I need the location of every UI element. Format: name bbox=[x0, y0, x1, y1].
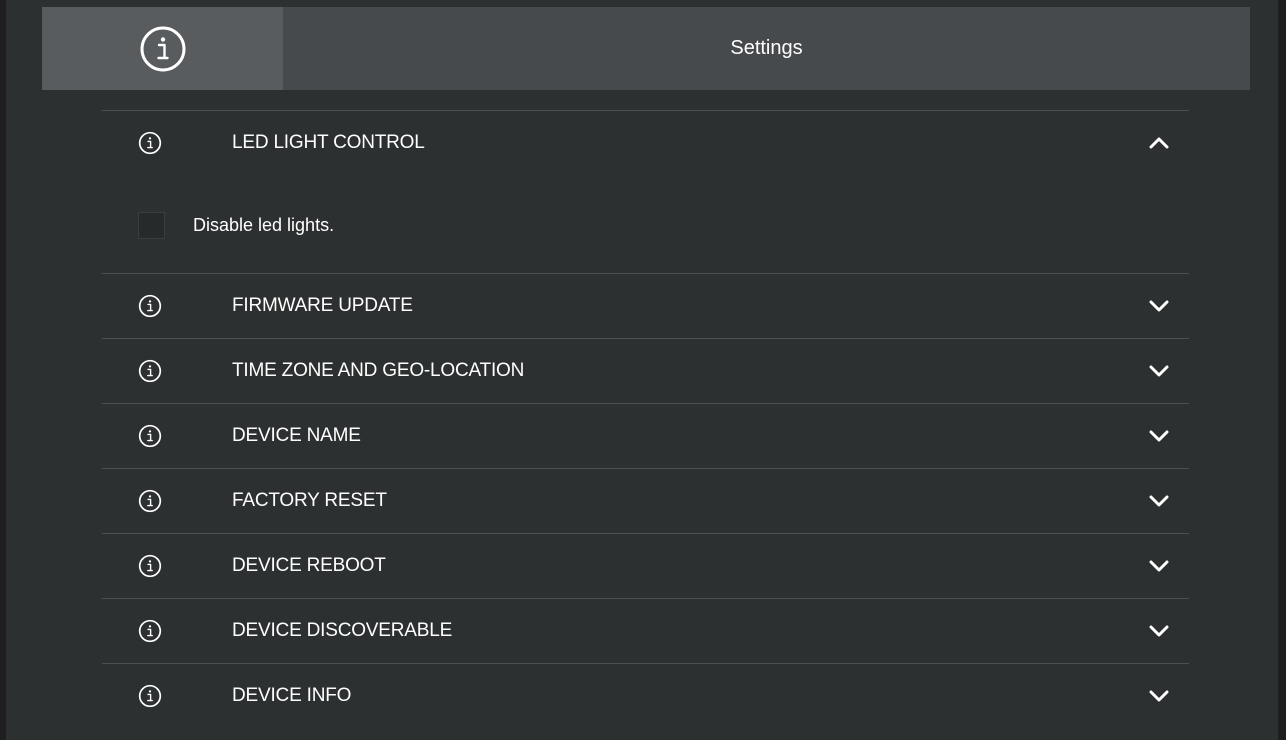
section-label: DEVICE DISCOVERABLE bbox=[232, 620, 453, 641]
info-icon[interactable] bbox=[138, 489, 162, 513]
chevron-down-icon[interactable] bbox=[1149, 428, 1169, 444]
info-icon[interactable] bbox=[138, 131, 162, 155]
chevron-down-icon[interactable] bbox=[1149, 558, 1169, 574]
section-label: DEVICE REBOOT bbox=[232, 555, 386, 576]
info-icon bbox=[140, 26, 185, 71]
section-firmware-update[interactable]: FIRMWARE UPDATE bbox=[102, 273, 1189, 338]
chevron-down-icon[interactable] bbox=[1149, 363, 1169, 379]
info-icon[interactable] bbox=[138, 294, 162, 318]
page-title: Settings bbox=[730, 37, 803, 59]
info-icon[interactable] bbox=[138, 554, 162, 578]
chevron-up-icon[interactable] bbox=[1149, 135, 1169, 151]
section-factory-reset[interactable]: FACTORY RESET bbox=[102, 468, 1189, 533]
section-label: FACTORY RESET bbox=[232, 490, 387, 511]
chevron-down-icon[interactable] bbox=[1149, 493, 1169, 509]
info-icon[interactable] bbox=[138, 424, 162, 448]
chevron-down-icon[interactable] bbox=[1149, 688, 1169, 704]
section-device-name[interactable]: DEVICE NAME bbox=[102, 403, 1189, 468]
chevron-down-icon[interactable] bbox=[1149, 623, 1169, 639]
section-device-discoverable[interactable]: DEVICE DISCOVERABLE bbox=[102, 598, 1189, 663]
info-icon[interactable] bbox=[138, 619, 162, 643]
section-led-light-control[interactable]: LED LIGHT CONTROL Disable led lights. bbox=[102, 110, 1189, 239]
section-device-reboot[interactable]: DEVICE REBOOT bbox=[102, 533, 1189, 598]
section-label: DEVICE NAME bbox=[232, 425, 361, 446]
settings-header: Settings bbox=[42, 7, 1250, 90]
chevron-down-icon[interactable] bbox=[1149, 298, 1169, 314]
section-label: TIME ZONE AND GEO-LOCATION bbox=[232, 360, 525, 381]
section-led-light-control-content bbox=[102, 175, 1189, 273]
section-label: LED LIGHT CONTROL bbox=[232, 132, 425, 153]
info-icon[interactable] bbox=[138, 684, 162, 708]
info-icon[interactable] bbox=[138, 359, 162, 383]
section-label: DEVICE INFO bbox=[232, 685, 352, 706]
settings-list: LED LIGHT CONTROL Disable led lights. FI… bbox=[102, 110, 1189, 728]
app-frame: Settings LED LIGHT CONTROL Disable led l… bbox=[0, 0, 1286, 740]
section-time-zone-geo-location[interactable]: TIME ZONE AND GEO-LOCATION bbox=[102, 338, 1189, 403]
section-device-info[interactable]: DEVICE INFO bbox=[102, 663, 1189, 728]
header-info-button[interactable] bbox=[42, 7, 283, 90]
section-label: FIRMWARE UPDATE bbox=[232, 295, 413, 316]
